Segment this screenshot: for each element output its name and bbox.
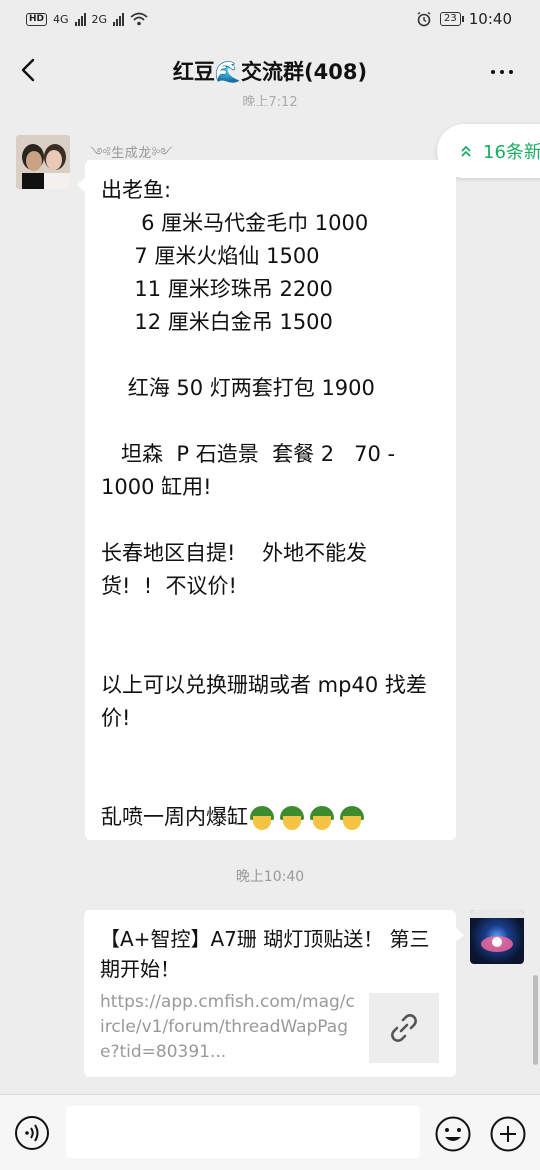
plus-icon[interactable]: [489, 1115, 527, 1153]
voice-icon[interactable]: [14, 1115, 50, 1151]
scrollbar[interactable]: [533, 975, 538, 1065]
avatar[interactable]: [16, 135, 70, 189]
input-bar: [0, 1094, 540, 1170]
link-card-url: https://app.cmfish.com/mag/circle/v1/for…: [100, 992, 355, 1062]
battery-icon: 23: [440, 12, 464, 26]
link-card[interactable]: 【A+智控】A7珊 瑚灯顶贴送！ 第三期开始！ https://app.cmfi…: [84, 910, 464, 1077]
double-chevron-up-icon: [461, 145, 471, 157]
turtle-emoji-icon: [278, 806, 306, 830]
turtle-emoji-row: [248, 806, 366, 830]
hd-indicator: HD: [26, 12, 48, 26]
link-card-title: 【A+智控】A7珊 瑚灯顶贴送！ 第三期开始！: [100, 927, 430, 981]
avatar-photo: [16, 135, 70, 189]
signal-icon: [74, 12, 86, 26]
new-messages-label: 16条新: [483, 142, 540, 163]
timestamp: 晚上7:12: [242, 95, 298, 106]
network-2g-label: 2G: [91, 12, 108, 26]
turtle-emoji-icon: [338, 806, 366, 830]
avatar[interactable]: [470, 910, 524, 964]
network-4g-label: 4G: [53, 12, 69, 26]
page-title: 红豆🌊交流群(408): [172, 60, 368, 84]
link-card-thumbnail: [369, 993, 439, 1063]
emoji-icon[interactable]: [434, 1115, 472, 1153]
chevron-left-icon[interactable]: [14, 54, 46, 86]
signal-icon: [113, 12, 125, 26]
wifi-icon: [130, 12, 148, 26]
turtle-emoji-icon: [308, 806, 336, 830]
message-input[interactable]: [66, 1106, 420, 1158]
turtle-emoji-icon: [248, 806, 276, 830]
message-bubble[interactable]: 出老鱼: 6 厘米马代金毛巾 1000 7 厘米火焰仙 1500 11 厘米珍珠…: [77, 160, 456, 840]
avatar-photo: [481, 936, 513, 952]
link-icon: [391, 1014, 417, 1042]
status-bar: HD 4G 2G 23 10:40: [0, 0, 540, 38]
message-text: 出老鱼: 6 厘米马代金毛巾 1000 7 厘米火焰仙 1500 11 厘米珍珠…: [101, 178, 427, 829]
more-dots-icon[interactable]: [486, 56, 518, 88]
timestamp: 晚上10:40: [235, 869, 305, 885]
alarm-icon: [417, 11, 431, 27]
clock: 10:40: [468, 10, 512, 28]
